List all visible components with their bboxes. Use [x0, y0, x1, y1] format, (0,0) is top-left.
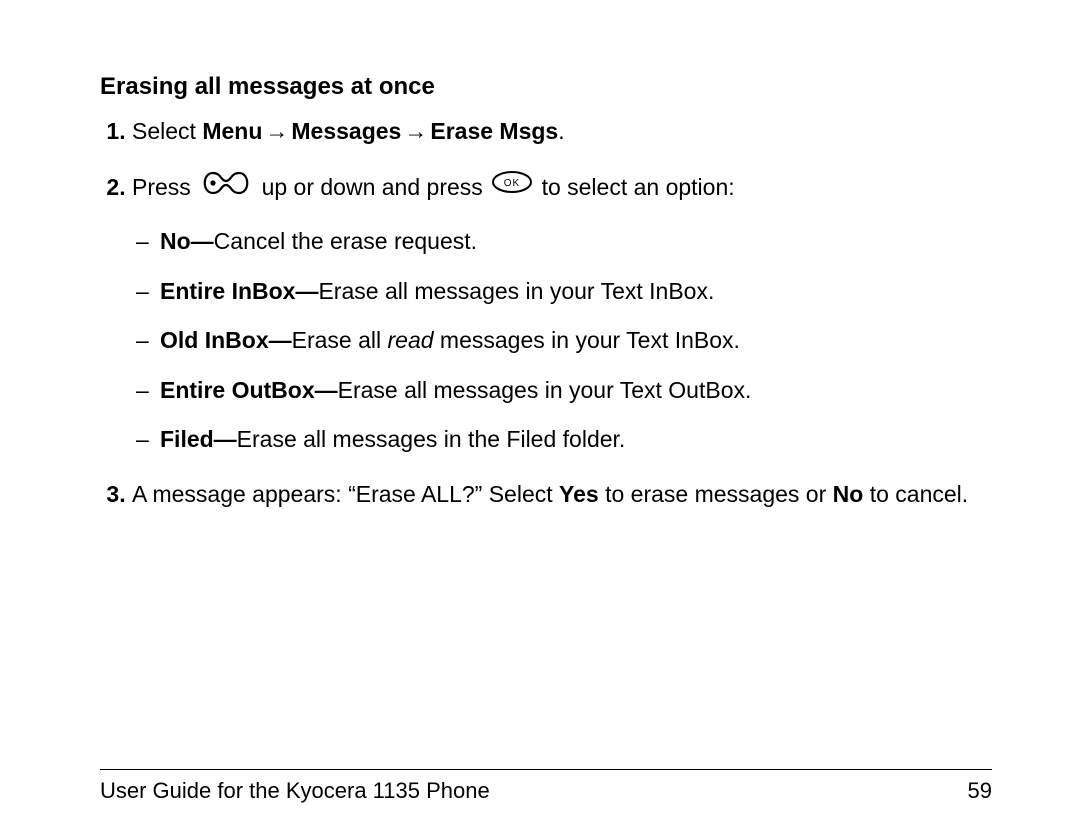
option-label: Entire OutBox— — [160, 377, 338, 403]
step3-no: No — [833, 481, 864, 507]
option-label: Old InBox— — [160, 327, 292, 353]
step2-tail: to select an option: — [542, 174, 735, 200]
option-desc-b: messages in your Text InBox. — [434, 327, 740, 353]
option-old-inbox: Old InBox—Erase all read messages in you… — [160, 324, 992, 357]
option-label: Entire InBox— — [160, 278, 318, 304]
footer-title: User Guide for the Kyocera 1135 Phone — [100, 778, 490, 804]
option-label: Filed— — [160, 426, 237, 452]
step1-messages: Messages — [291, 118, 401, 144]
step-2: Press up or down and press OK — [132, 170, 992, 456]
arrow-icon: → — [401, 115, 430, 148]
option-desc-italic: read — [388, 327, 434, 353]
step2-mid: up or down and press — [262, 174, 490, 200]
step1-menu: Menu — [202, 118, 262, 144]
section-heading: Erasing all messages at once — [100, 70, 992, 105]
step-1: Select Menu → Messages → Erase Msgs. — [132, 115, 992, 148]
step2-press: Press — [132, 174, 197, 200]
page-number: 59 — [968, 778, 992, 804]
step-3: A message appears: “Erase ALL?” Select Y… — [132, 478, 992, 511]
page-content: Erasing all messages at once Select Menu… — [100, 70, 992, 769]
step3-b: to erase messages or — [599, 481, 833, 507]
option-entire-outbox: Entire OutBox—Erase all messages in your… — [160, 374, 992, 407]
arrow-icon: → — [262, 115, 291, 148]
document-page: Erasing all messages at once Select Menu… — [0, 0, 1080, 834]
page-footer: User Guide for the Kyocera 1135 Phone 59 — [100, 769, 992, 804]
option-no: No—Cancel the erase request. — [160, 225, 992, 258]
option-label: No— — [160, 228, 214, 254]
option-desc: Erase all messages in your Text OutBox. — [338, 377, 752, 403]
option-desc: Cancel the erase request. — [214, 228, 477, 254]
step1-erase: Erase Msgs — [430, 118, 558, 144]
step3-yes: Yes — [559, 481, 599, 507]
step3-c: to cancel. — [863, 481, 968, 507]
step1-prefix: Select — [132, 118, 202, 144]
options-list: No—Cancel the erase request. Entire InBo… — [132, 225, 992, 456]
option-desc: Erase all messages in the Filed folder. — [237, 426, 626, 452]
option-filed: Filed—Erase all messages in the Filed fo… — [160, 423, 992, 456]
nav-key-icon — [199, 168, 253, 205]
step3-a: A message appears: “Erase ALL?” Select — [132, 481, 559, 507]
option-desc: Erase all messages in your Text InBox. — [318, 278, 714, 304]
ok-key-icon: OK — [491, 170, 533, 203]
svg-text:OK: OK — [504, 178, 520, 189]
option-desc-a: Erase all — [292, 327, 388, 353]
steps-list: Select Menu → Messages → Erase Msgs. Pre… — [100, 115, 992, 512]
option-entire-inbox: Entire InBox—Erase all messages in your … — [160, 275, 992, 308]
step1-period: . — [558, 118, 564, 144]
